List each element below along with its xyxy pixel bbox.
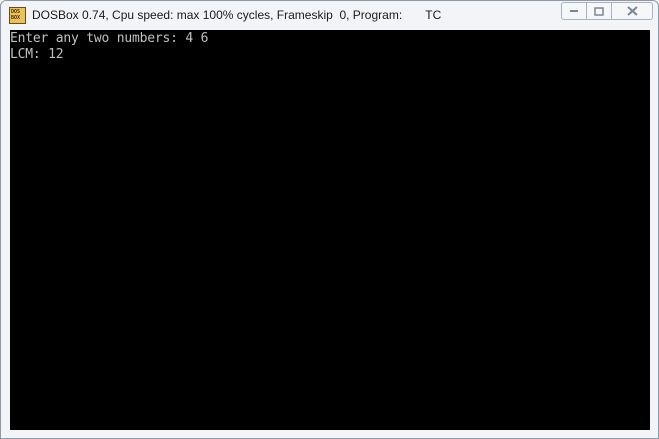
icon-text-bottom: BOX [11, 15, 21, 21]
maximize-icon [594, 6, 604, 16]
dosbox-icon[interactable]: DOS BOX [9, 7, 26, 24]
console-area[interactable]: Enter any two numbers: 4 6 LCM: 12 [10, 30, 650, 430]
minimize-icon [570, 10, 578, 12]
console-line-prompt: Enter any two numbers: 4 6 [10, 31, 209, 46]
close-button[interactable] [611, 2, 653, 20]
close-icon [626, 6, 638, 16]
window-title: DOSBox 0.74, Cpu speed: max 100% cycles,… [32, 8, 442, 22]
dosbox-window: DOS BOX DOSBox 0.74, Cpu speed: max 100%… [0, 0, 659, 439]
caption-buttons [561, 2, 653, 20]
maximize-button[interactable] [586, 2, 612, 20]
title-bar[interactable]: DOS BOX DOSBox 0.74, Cpu speed: max 100%… [1, 1, 658, 30]
minimize-button[interactable] [561, 2, 587, 20]
console-line-result: LCM: 12 [10, 47, 64, 62]
